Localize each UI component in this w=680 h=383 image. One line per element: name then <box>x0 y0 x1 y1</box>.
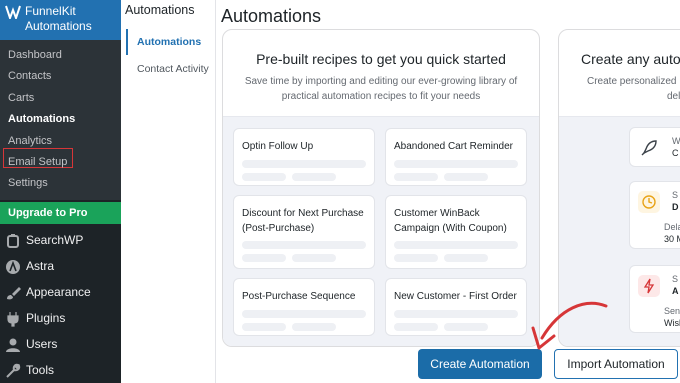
create-panel-subtitle-cont: del <box>667 91 680 102</box>
recipe-card[interactable]: Abandoned Cart Reminder <box>385 128 527 186</box>
recipe-name: Discount for Next Purchase (Post-Purchas… <box>242 208 364 234</box>
active-indicator <box>126 29 128 55</box>
nav-link-automations[interactable]: Automations <box>137 36 201 48</box>
annotation-arrow-icon <box>531 301 608 350</box>
placeholder-bar <box>292 173 336 181</box>
menu-item-users[interactable]: Users <box>0 332 121 358</box>
bolt-icon <box>638 275 660 297</box>
admin-sidebar: FunnelKit Automations Dashboard Contacts… <box>0 0 121 383</box>
placeholder-bar <box>394 241 518 249</box>
menu-label: Users <box>26 337 58 351</box>
create-panel-subtitle: Create personalized <box>587 76 677 87</box>
placeholder-bar <box>394 310 518 318</box>
menu-item-tools[interactable]: Tools <box>0 358 121 383</box>
funnelkit-logo-icon <box>5 5 21 19</box>
recipe-card[interactable]: Discount for Next Purchase (Post-Purchas… <box>233 195 375 269</box>
recipes-panel-subtitle: Save time by importing and editing our e… <box>244 76 518 102</box>
secondary-nav: Automations Automations Contact Activity <box>121 0 216 383</box>
submenu-item-carts[interactable]: Carts <box>8 91 34 105</box>
menu-item-appearance[interactable]: Appearance <box>0 280 121 306</box>
placeholder-bar <box>394 160 518 168</box>
recipe-card[interactable]: Post-Purchase Sequence <box>233 278 375 336</box>
placeholder-bar <box>394 254 438 262</box>
menu-label: Appearance <box>26 285 91 299</box>
submenu-item-settings[interactable]: Settings <box>8 176 48 190</box>
recipe-name: Abandoned Cart Reminder <box>394 141 513 152</box>
placeholder-bar <box>444 323 488 331</box>
workflow-step: S A Send Wish <box>629 265 680 333</box>
recipes-panel-title: Pre-built recipes to get you quick start… <box>256 51 506 67</box>
placeholder-bar <box>242 310 366 318</box>
menu-item-searchwp[interactable]: SearchWP <box>0 228 121 254</box>
page-title: Automations <box>221 6 322 26</box>
recipe-name: Customer WinBack Campaign (With Coupon) <box>394 208 507 234</box>
recipe-card[interactable]: New Customer - First Order <box>385 278 527 336</box>
step-label: S <box>672 274 679 284</box>
user-icon <box>6 338 20 352</box>
recipes-grid: Optin Follow Up Abandoned Cart Reminder … <box>223 116 539 346</box>
placeholder-bar <box>292 323 336 331</box>
menu-item-plugins[interactable]: Plugins <box>0 306 121 332</box>
submenu-item-email-setup[interactable]: Email Setup <box>8 155 67 169</box>
recipe-name: Optin Follow Up <box>242 141 314 152</box>
placeholder-bar <box>394 173 438 181</box>
clock-icon <box>638 191 660 213</box>
placeholder-bar <box>242 323 286 331</box>
astra-icon <box>6 260 20 274</box>
step-detail-value: Wish <box>664 318 680 328</box>
step-label: W <box>672 136 680 146</box>
step-value: C <box>672 148 679 158</box>
create-panel-title: Create any auto <box>581 51 680 67</box>
searchwp-icon <box>7 234 19 248</box>
recipe-name: Post-Purchase Sequence <box>242 291 356 302</box>
submenu-item-automations[interactable]: Automations <box>8 112 75 126</box>
recipes-panel: Pre-built recipes to get you quick start… <box>222 29 540 347</box>
placeholder-bar <box>242 160 366 168</box>
plug-icon <box>7 312 19 327</box>
workflow-step: W C <box>629 127 680 167</box>
workflow-step: S D Delay 30 M <box>629 181 680 249</box>
menu-label: Plugins <box>26 311 66 325</box>
step-value: D <box>672 202 679 212</box>
step-value: A <box>672 286 679 296</box>
step-detail-value: 30 M <box>664 234 680 244</box>
plugin-submenu: Dashboard Contacts Carts Automations Ana… <box>0 40 121 200</box>
submenu-item-analytics[interactable]: Analytics <box>8 134 52 148</box>
step-label: S <box>672 190 679 200</box>
placeholder-bar <box>242 241 366 249</box>
plugin-title: FunnelKit Automations <box>25 4 92 33</box>
recipe-name: New Customer - First Order <box>394 291 517 302</box>
wrench-icon <box>6 363 21 378</box>
main-content: Automations Pre-built recipes to get you… <box>216 0 680 383</box>
plugin-brand-header[interactable]: FunnelKit Automations <box>0 0 121 40</box>
secondary-nav-title: Automations <box>125 3 195 17</box>
placeholder-bar <box>242 173 286 181</box>
upgrade-to-pro-link[interactable]: Upgrade to Pro <box>0 202 121 224</box>
menu-item-astra[interactable]: Astra <box>0 254 121 280</box>
paintbrush-icon <box>7 287 21 300</box>
placeholder-bar <box>292 254 336 262</box>
placeholder-bar <box>242 254 286 262</box>
menu-label: Astra <box>26 259 55 273</box>
upgrade-label: Upgrade to Pro <box>8 207 88 219</box>
recipe-card[interactable]: Customer WinBack Campaign (With Coupon) <box>385 195 527 269</box>
menu-label: Tools <box>26 363 55 377</box>
submenu-item-dashboard[interactable]: Dashboard <box>8 48 62 62</box>
step-detail-label: Send <box>664 306 680 316</box>
nav-link-contact-activity[interactable]: Contact Activity <box>137 63 209 75</box>
recipe-card[interactable]: Optin Follow Up <box>233 128 375 186</box>
step-detail-label: Delay <box>664 222 680 232</box>
submenu-item-contacts[interactable]: Contacts <box>8 69 51 83</box>
rocket-icon <box>638 137 660 159</box>
placeholder-bar <box>444 254 488 262</box>
menu-label: SearchWP <box>26 233 84 247</box>
placeholder-bar <box>394 323 438 331</box>
placeholder-bar <box>444 173 488 181</box>
